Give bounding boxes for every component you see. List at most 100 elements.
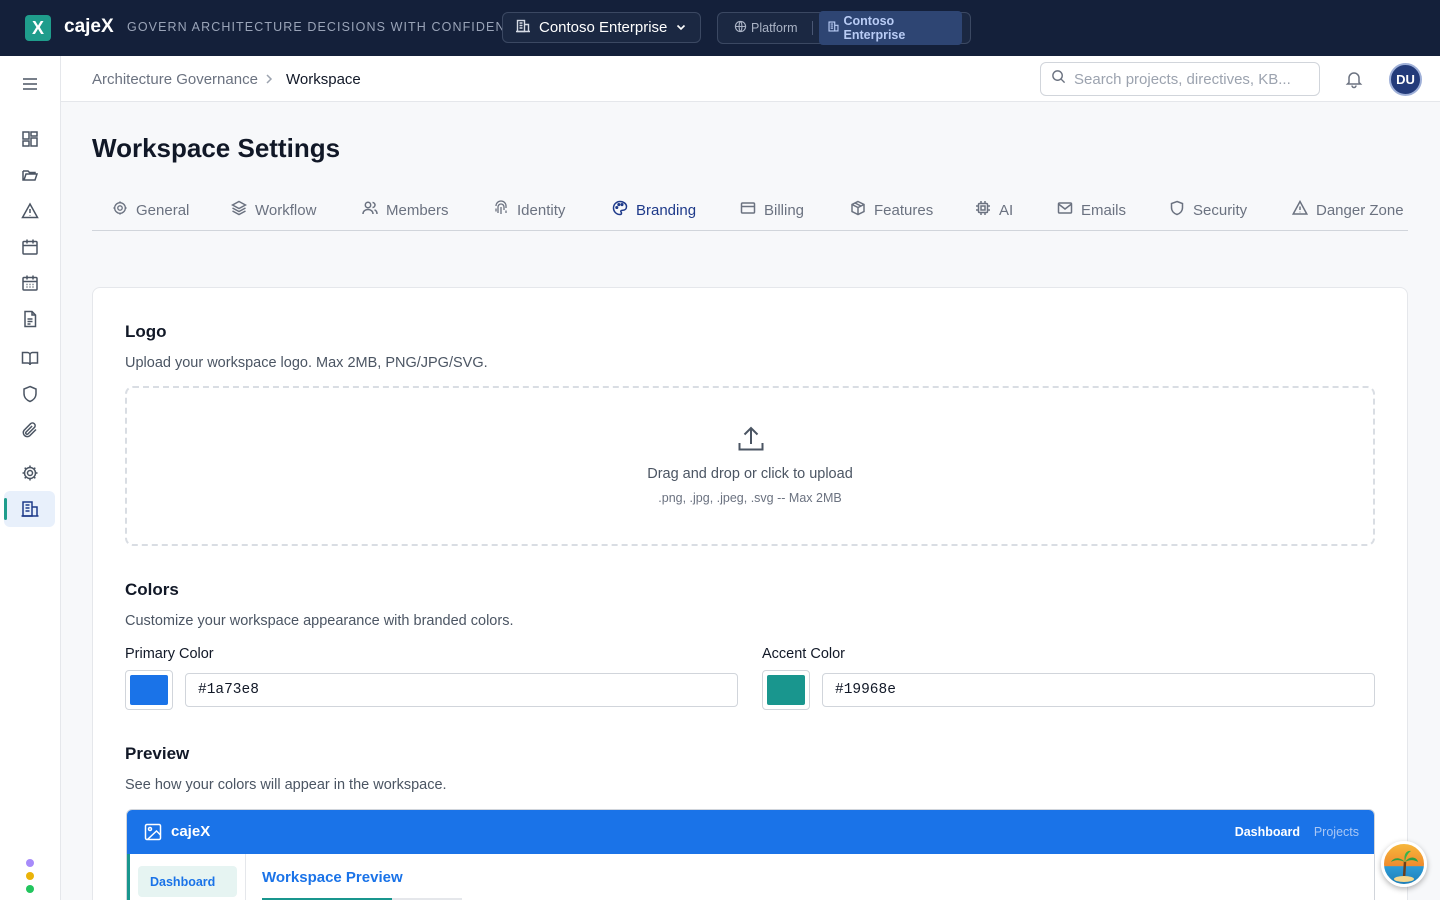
tab-label: Features [874, 201, 934, 219]
tab-workflow[interactable]: Workflow [230, 190, 316, 230]
logo-dropzone[interactable]: Drag and drop or click to upload .png, .… [125, 386, 1375, 546]
mail-icon [1057, 200, 1073, 220]
accent-color-label: Accent Color [762, 646, 846, 662]
building-icon[interactable] [18, 497, 42, 521]
primary-color-picker[interactable] [125, 670, 173, 710]
primary-color-label: Primary Color [125, 646, 214, 662]
search-input[interactable] [1074, 70, 1304, 88]
gear-icon[interactable] [18, 461, 42, 485]
logo-section-description: Upload your workspace logo. Max 2MB, PNG… [125, 355, 488, 371]
tab-label: Billing [764, 201, 805, 219]
menu-icon[interactable] [18, 72, 42, 96]
tab-identity[interactable]: Identity [493, 190, 565, 230]
status-dot [26, 859, 34, 867]
context-platform-label: Platform [751, 21, 798, 35]
status-dot [26, 885, 34, 893]
tab-label: AI [999, 201, 1014, 219]
package-icon [850, 200, 866, 220]
branding-preview: cajeX Dashboard Projects Dashboard Works… [126, 809, 1375, 900]
dropzone-constraints: .png, .jpg, .jpeg, .svg -- Max 2MB [658, 491, 842, 505]
context-platform[interactable]: Platform [726, 17, 806, 39]
bell-icon[interactable] [1344, 69, 1364, 94]
credit-card-icon [740, 200, 756, 220]
tab-label: Identity [517, 201, 566, 219]
document-icon[interactable] [18, 307, 42, 331]
tab-members[interactable]: Members [362, 190, 449, 230]
upload-icon [736, 424, 766, 459]
tab-label: Danger Zone [1316, 201, 1404, 219]
tab-features[interactable]: Features [850, 190, 933, 230]
warning-icon[interactable] [18, 199, 42, 223]
chevron-right-icon [263, 71, 275, 92]
tab-danger-zone[interactable]: Danger Zone [1291, 190, 1404, 230]
book-icon[interactable] [18, 346, 42, 370]
tab-label: Security [1193, 201, 1248, 219]
building-icon [515, 18, 531, 38]
tab-billing[interactable]: Billing [740, 190, 804, 230]
chevron-down-icon [674, 20, 688, 38]
shield-icon [1169, 200, 1185, 220]
layers-icon [230, 200, 248, 220]
accent-color-input[interactable] [822, 673, 1375, 707]
search-icon [1051, 69, 1066, 89]
dashboard-icon[interactable] [18, 127, 42, 151]
workspace-selector-label: Contoso Enterprise [539, 19, 668, 36]
app-logo[interactable]: X [25, 15, 51, 41]
accent-color-picker[interactable] [762, 670, 810, 710]
building-icon [827, 20, 840, 36]
cpu-icon [975, 200, 991, 220]
status-dot [26, 872, 34, 880]
calendar-grid-icon[interactable] [18, 271, 42, 295]
search-box[interactable] [1040, 62, 1320, 96]
context-workspace[interactable]: Contoso Enterprise [818, 11, 962, 45]
avatar[interactable]: DU [1389, 63, 1422, 96]
tab-branding[interactable]: Branding [612, 190, 696, 230]
tab-label: Emails [1081, 201, 1127, 219]
primary-color-input[interactable] [185, 673, 738, 707]
settings-tabs: General Workflow Members Identity Brandi… [92, 190, 1408, 231]
preview-section-description: See how your colors will appear in the w… [125, 777, 447, 793]
breadcrumb-parent[interactable]: Architecture Governance [92, 71, 258, 88]
globe-icon [734, 20, 747, 36]
preview-nav-dashboard: Dashboard [1234, 825, 1300, 839]
calendar-icon[interactable] [18, 235, 42, 259]
accent-color-swatch [767, 675, 805, 705]
workspace-selector[interactable]: Contoso Enterprise [502, 12, 701, 43]
palm-tree-icon [1391, 850, 1418, 882]
tab-ai[interactable]: AI [975, 190, 1013, 230]
preview-section-title: Preview [125, 744, 190, 763]
logo-section-title: Logo [125, 322, 167, 341]
image-icon [144, 823, 162, 846]
tab-label: General [136, 201, 190, 219]
colors-section-title: Colors [125, 580, 179, 599]
tagline: GOVERN ARCHITECTURE DECISIONS WITH CONFI… [127, 20, 526, 34]
palette-icon [612, 200, 628, 220]
users-icon [362, 200, 378, 220]
colors-section-description: Customize your workspace appearance with… [125, 613, 514, 629]
preview-brand: cajeX [171, 823, 211, 840]
assistant-button[interactable] [1381, 841, 1427, 887]
preview-nav-projects: Projects [1313, 825, 1359, 839]
preview-content-title: Workspace Preview [262, 869, 403, 886]
primary-color-swatch [130, 675, 168, 705]
warning-icon [1291, 199, 1309, 220]
branding-card: Logo Upload your workspace logo. Max 2MB… [92, 287, 1408, 900]
status-dots [26, 859, 34, 898]
tab-general[interactable]: General [112, 190, 189, 230]
preview-sidebar-accent [127, 854, 130, 900]
context-workspace-label: Contoso Enterprise [843, 14, 906, 42]
breadcrumb-current: Workspace [286, 71, 361, 88]
folder-icon[interactable] [18, 163, 42, 187]
tab-security[interactable]: Security [1169, 190, 1247, 230]
top-bar: X cajeX GOVERN ARCHITECTURE DECISIONS WI… [0, 0, 1440, 56]
paperclip-icon[interactable] [18, 418, 42, 442]
tab-emails[interactable]: Emails [1057, 190, 1126, 230]
shield-icon[interactable] [18, 382, 42, 406]
page-title: Workspace Settings [92, 133, 341, 163]
tab-label: Branding [636, 201, 697, 219]
dropzone-instructions: Drag and drop or click to upload [647, 466, 853, 482]
gear-icon [112, 200, 128, 220]
preview-top-bar: cajeX Dashboard Projects [127, 810, 1374, 854]
sidebar-active-indicator [4, 498, 7, 520]
page-header: Architecture Governance Workspace DU [61, 56, 1440, 102]
